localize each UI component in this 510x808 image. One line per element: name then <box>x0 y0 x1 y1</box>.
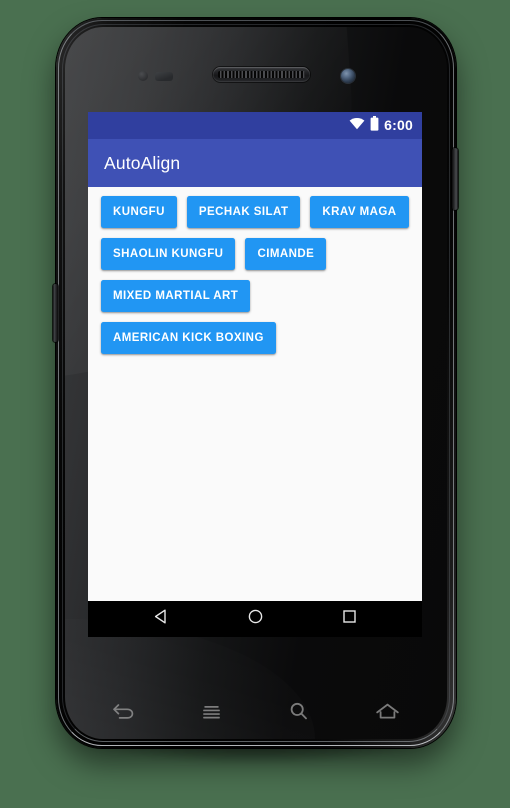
hw-search-key[interactable] <box>272 694 326 734</box>
app-bar: AutoAlign <box>88 139 422 187</box>
proximity-sensor <box>138 71 148 81</box>
home-icon <box>375 702 400 727</box>
volume-button[interactable] <box>53 284 58 342</box>
search-magnifier-icon <box>288 701 310 727</box>
martial-art-button[interactable]: CIMANDE <box>245 238 327 270</box>
back-triangle-icon <box>153 608 170 630</box>
martial-art-button[interactable]: PECHAK SILAT <box>186 196 301 228</box>
wifi-icon <box>349 117 365 135</box>
nav-back-button[interactable] <box>137 601 185 637</box>
menu-hamburger-icon <box>200 702 223 726</box>
back-arrow-icon <box>112 701 135 727</box>
home-circle-icon <box>247 608 264 630</box>
earpiece-speaker <box>213 67 310 82</box>
hw-back-key[interactable] <box>96 694 150 734</box>
status-bar-time: 6:00 <box>384 117 413 133</box>
power-button[interactable] <box>452 148 458 210</box>
martial-art-button[interactable]: SHAOLIN KUNGFU <box>101 238 236 270</box>
martial-art-button[interactable]: MIXED MARTIAL ART <box>101 280 251 312</box>
martial-art-button[interactable]: KUNGFU <box>101 196 177 228</box>
earpiece-mesh <box>218 71 305 78</box>
phone-screen: 6:00 AutoAlign KUNGFU PECHAK SILAT KRAV … <box>88 112 422 637</box>
front-camera <box>341 69 355 83</box>
navigation-bar <box>88 601 422 637</box>
martial-art-button[interactable]: KRAV MAGA <box>310 196 409 228</box>
status-bar: 6:00 <box>88 112 422 139</box>
nav-recents-button[interactable] <box>325 601 373 637</box>
light-sensor <box>155 72 173 81</box>
button-flow-container: KUNGFU PECHAK SILAT KRAV MAGA SHAOLIN KU… <box>88 187 422 601</box>
battery-icon <box>370 115 379 136</box>
martial-art-button[interactable]: AMERICAN KICK BOXING <box>101 322 276 354</box>
hw-menu-key[interactable] <box>184 694 238 734</box>
nav-home-button[interactable] <box>231 601 279 637</box>
capacitive-key-row <box>96 690 414 738</box>
app-title: AutoAlign <box>104 152 181 173</box>
hw-home-key[interactable] <box>360 694 414 734</box>
recents-square-icon <box>341 608 358 630</box>
